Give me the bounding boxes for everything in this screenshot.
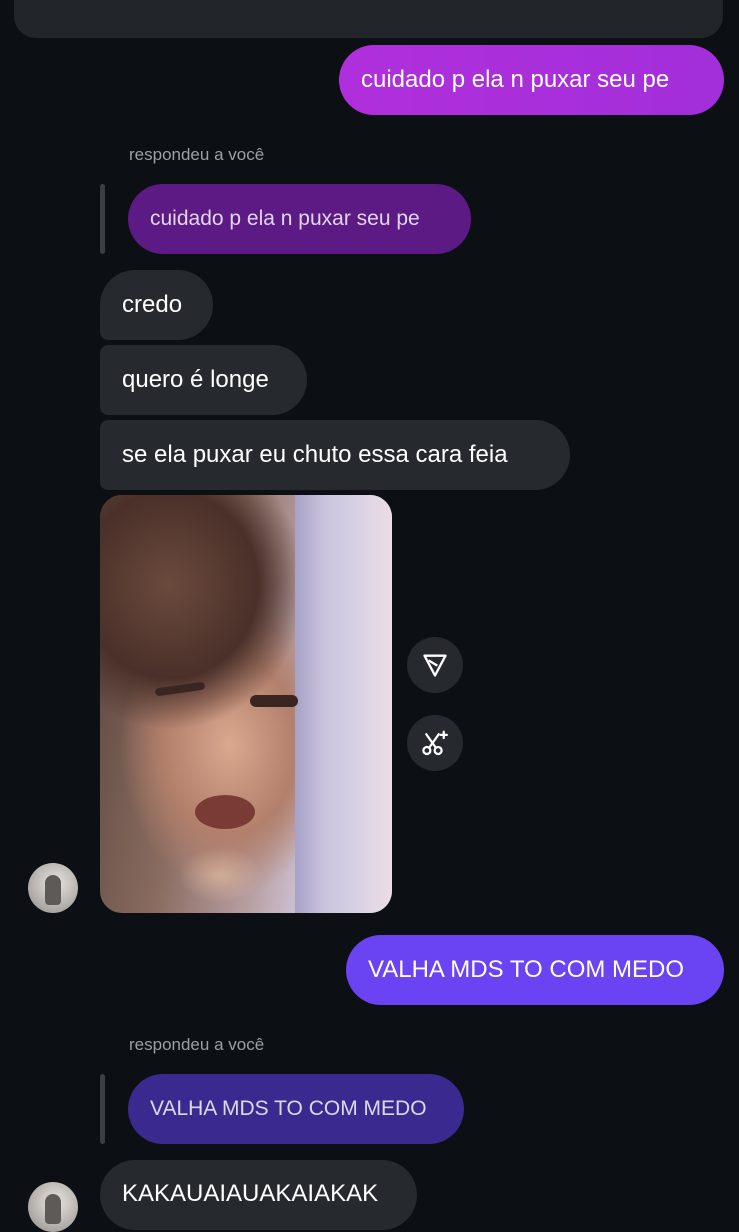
quoted-message-text: VALHA MDS TO COM MEDO — [150, 1097, 427, 1120]
avatar[interactable] — [28, 863, 78, 913]
message-text: cuidado p ela n puxar seu pe — [361, 66, 670, 93]
avatar[interactable] — [28, 1182, 78, 1232]
reply-label: respondeu a você — [129, 145, 265, 164]
received-message-bubble[interactable]: credo — [100, 270, 213, 340]
received-message-bubble[interactable]: quero é longe — [100, 345, 307, 415]
scissors-sparkle-icon — [422, 730, 448, 756]
message-options-sheet[interactable] — [14, 0, 723, 38]
message-text: se ela puxar eu chuto essa cara feia — [122, 441, 508, 468]
sent-message-bubble[interactable]: cuidado p ela n puxar seu pe — [339, 45, 724, 115]
quoted-message-bubble[interactable]: cuidado p ela n puxar seu pe — [128, 184, 471, 254]
received-photo[interactable] — [100, 495, 392, 913]
message-text: VALHA MDS TO COM MEDO — [368, 956, 685, 983]
share-button[interactable] — [407, 637, 463, 693]
send-icon — [423, 654, 447, 677]
received-message-bubble[interactable]: KAKAUAIAUAKAIAKAK — [100, 1160, 417, 1230]
reply-indicator-bar — [100, 1074, 105, 1144]
received-message-bubble[interactable]: se ela puxar eu chuto essa cara feia — [100, 420, 570, 490]
reply-label: respondeu a você — [129, 1035, 265, 1054]
message-text: credo — [122, 291, 183, 318]
message-text: quero é longe — [122, 366, 269, 393]
reply-indicator-bar — [100, 184, 105, 254]
quoted-message-text: cuidado p ela n puxar seu pe — [150, 207, 420, 230]
sent-message-bubble[interactable]: VALHA MDS TO COM MEDO — [346, 935, 724, 1005]
quoted-message-bubble[interactable]: VALHA MDS TO COM MEDO — [128, 1074, 464, 1144]
remix-button[interactable] — [407, 715, 463, 771]
message-text: KAKAUAIAUAKAIAKAK — [122, 1180, 379, 1207]
